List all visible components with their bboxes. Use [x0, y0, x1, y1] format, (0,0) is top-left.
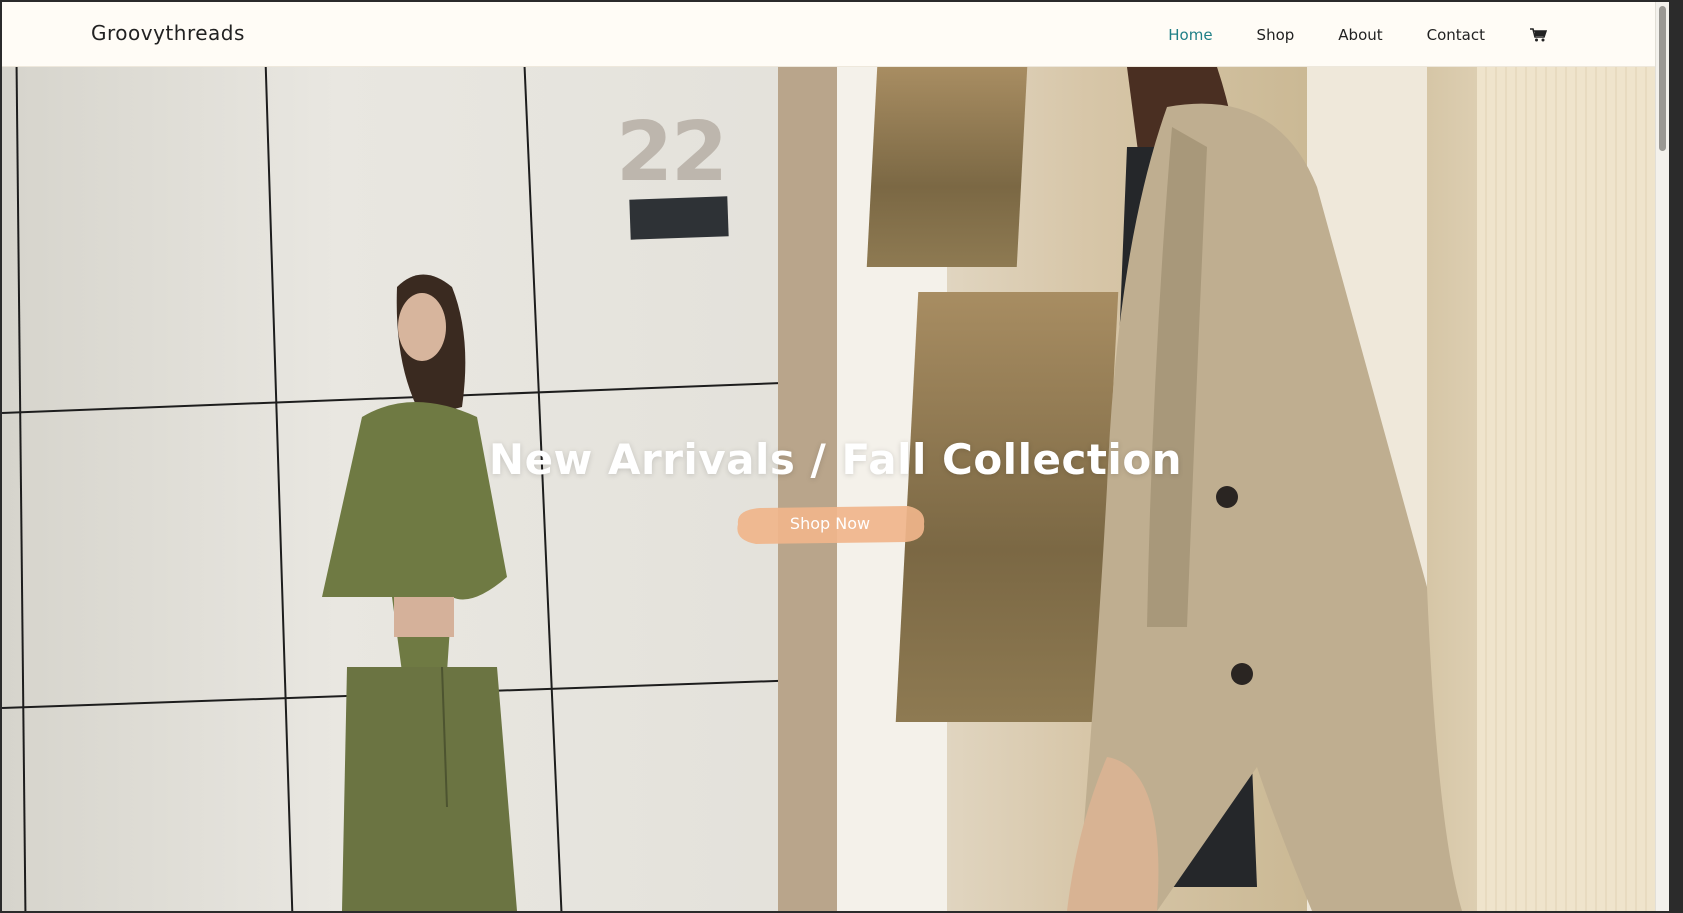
nav-contact[interactable]: Contact [1427, 26, 1485, 44]
hero-title: New Arrivals / Fall Collection [488, 435, 1183, 484]
browser-viewport: Groovythreads Home Shop About Contact 22… [2, 2, 1669, 911]
page-scrollbar[interactable] [1655, 2, 1669, 911]
shop-now-button[interactable]: Shop Now [730, 502, 930, 546]
hero-banner: 22 New Arrivals / Fall Collection Shop N… [2, 67, 1669, 911]
model-right-image [1067, 67, 1462, 911]
shop-now-label: Shop Now [789, 514, 871, 533]
model-left-image [322, 274, 517, 911]
shopping-cart-icon[interactable] [1529, 27, 1548, 43]
nav-about[interactable]: About [1338, 26, 1382, 44]
brand-logo[interactable]: Groovythreads [91, 21, 245, 45]
scrollbar-thumb[interactable] [1659, 6, 1666, 151]
number-plate [629, 196, 729, 240]
site-header: Groovythreads Home Shop About Contact [2, 2, 1669, 67]
nav-home[interactable]: Home [1168, 26, 1212, 44]
nav-shop[interactable]: Shop [1257, 26, 1295, 44]
railing [778, 67, 838, 911]
house-number: 22 [616, 105, 728, 200]
hero-photo-left: 22 [2, 67, 838, 911]
main-nav: Home Shop About Contact [1124, 26, 1548, 44]
hero-photo-right [837, 67, 1669, 911]
